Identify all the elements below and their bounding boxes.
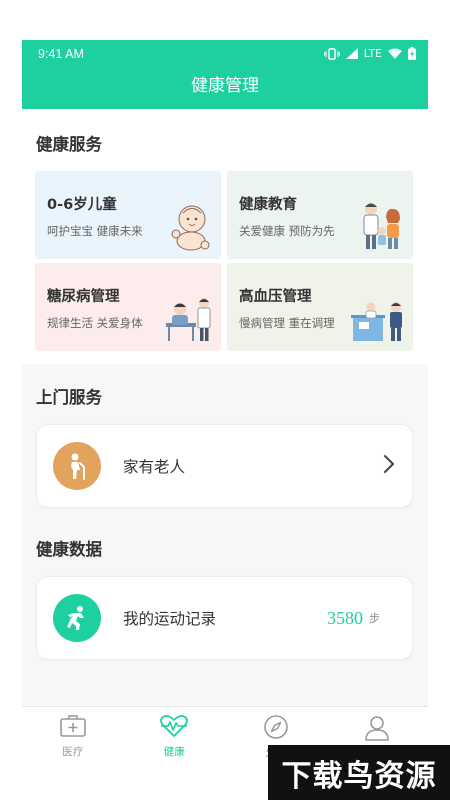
medical-kit-icon bbox=[59, 714, 87, 742]
battery-icon bbox=[408, 47, 416, 60]
chevron-right-icon[interactable] bbox=[382, 454, 396, 478]
health-data-section: 健康数据 我的运动记录 3580 步 bbox=[22, 508, 428, 660]
section-title-health-data: 健康数据 bbox=[36, 540, 102, 559]
page-title: 健康管理 bbox=[191, 76, 259, 96]
vibrate-icon bbox=[323, 47, 340, 60]
service-grid: 0-6岁儿童 呵护宝宝 健康未来 健康教育 关爱健康 预防为先 糖尿病管理 规律… bbox=[22, 171, 428, 351]
signal-icon bbox=[345, 48, 358, 59]
section-title-home-services: 上门服务 bbox=[36, 388, 102, 407]
elderly-care-label: 家有老人 bbox=[123, 458, 186, 476]
step-unit: 步 bbox=[369, 612, 380, 625]
elderly-icon bbox=[53, 442, 101, 490]
status-time: 9:41 AM bbox=[38, 46, 84, 61]
home-services-section: 上门服务 家有老人 bbox=[22, 364, 428, 508]
clinic-consultation-illustration bbox=[351, 299, 407, 347]
phone-screen: 9:41 AM LTE 健康管理 健康服务 0-6岁儿童 呵护宝宝 健康未来 健… bbox=[22, 40, 428, 760]
exercise-record-label: 我的运动记录 bbox=[123, 610, 217, 628]
tab-medical[interactable]: 医疗 bbox=[22, 707, 124, 760]
heartbeat-icon bbox=[159, 714, 189, 742]
user-icon bbox=[363, 714, 391, 746]
section-title-health-services: 健康服务 bbox=[36, 135, 102, 154]
card-health-education[interactable]: 健康教育 关爱健康 预防为先 bbox=[227, 171, 413, 259]
step-count: 3580 bbox=[327, 607, 363, 628]
network-type: LTE bbox=[363, 47, 382, 60]
tab-health[interactable]: 健康 bbox=[124, 707, 226, 760]
card-diabetes-management[interactable]: 糖尿病管理 规律生活 关爱身体 bbox=[35, 263, 221, 351]
tab-label: 健康 bbox=[163, 746, 185, 758]
watermark-logo: 下载鸟资源 bbox=[268, 745, 450, 800]
exercise-record-item[interactable]: 我的运动记录 3580 步 bbox=[36, 576, 413, 660]
status-icons: LTE bbox=[323, 47, 416, 60]
app-header: 健康管理 bbox=[22, 67, 428, 109]
compass-icon bbox=[263, 714, 289, 744]
doctor-family-illustration bbox=[359, 201, 407, 255]
wifi-icon bbox=[388, 48, 402, 59]
card-hypertension-management[interactable]: 高血压管理 慢病管理 重在调理 bbox=[227, 263, 413, 351]
content: 健康服务 0-6岁儿童 呵护宝宝 健康未来 健康教育 关爱健康 预防为先 糖尿病… bbox=[22, 109, 428, 660]
patient-doctor-illustration bbox=[165, 295, 215, 347]
status-bar: 9:41 AM LTE bbox=[22, 40, 428, 67]
tab-label: 医疗 bbox=[62, 746, 84, 758]
card-child-care[interactable]: 0-6岁儿童 呵护宝宝 健康未来 bbox=[35, 171, 221, 259]
elderly-care-item[interactable]: 家有老人 bbox=[36, 424, 413, 508]
running-icon bbox=[53, 594, 101, 642]
baby-illustration bbox=[165, 201, 215, 255]
health-services-section: 健康服务 0-6岁儿童 呵护宝宝 健康未来 健康教育 关爱健康 预防为先 糖尿病… bbox=[22, 109, 428, 364]
